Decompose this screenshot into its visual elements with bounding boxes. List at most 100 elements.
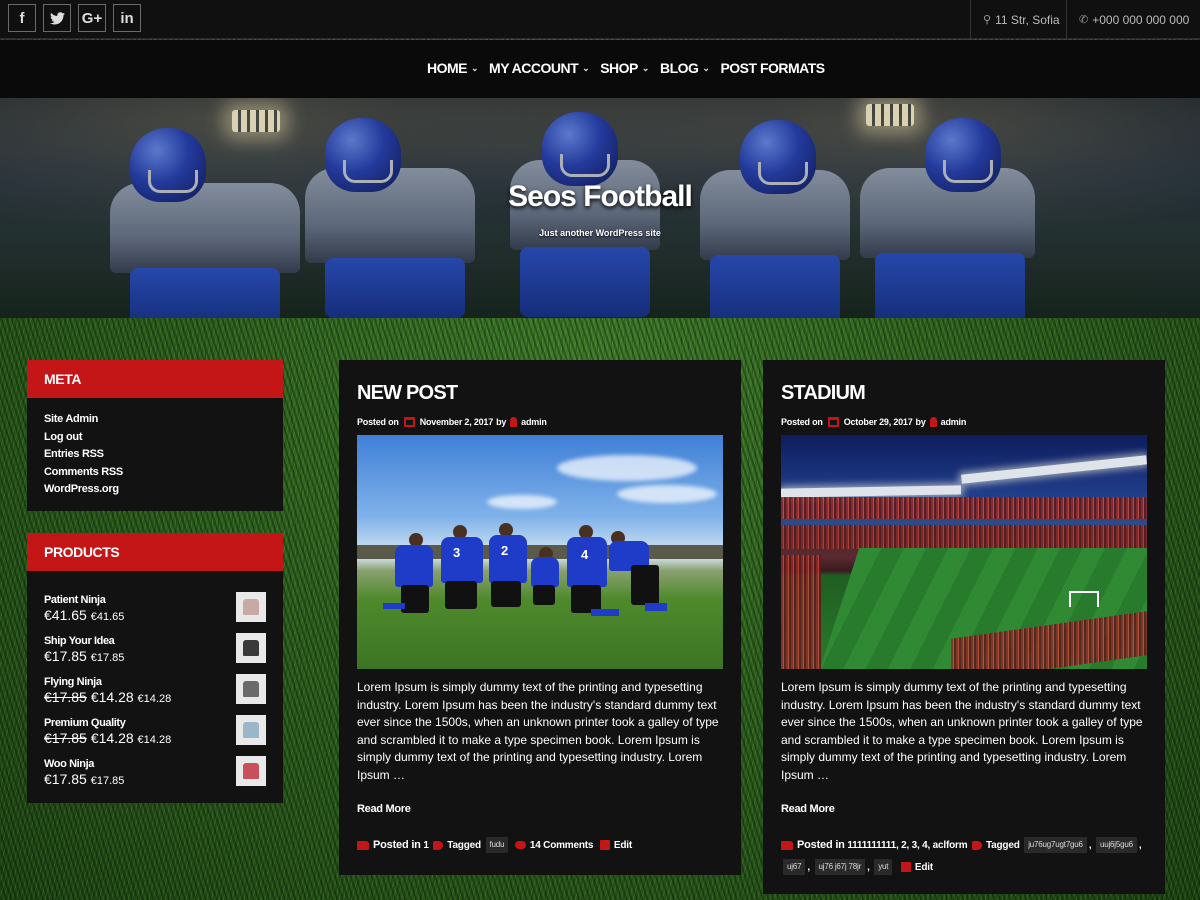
post-title[interactable]: NEW POST xyxy=(357,382,458,405)
site-tagline: Just another WordPress site xyxy=(539,228,661,238)
price-current: €14.28 xyxy=(90,689,134,705)
phone-text: +000 000 000 000 xyxy=(1092,12,1190,27)
meta-link-site-admin[interactable]: Site Admin xyxy=(44,411,266,429)
nav-post-formats[interactable]: POST FORMATS xyxy=(720,60,825,76)
product-list: Patient Ninja €41.65 €41.65 Ship Your Id… xyxy=(27,571,283,793)
tshirt-icon xyxy=(243,763,259,779)
price-old: €17.85 xyxy=(44,689,87,705)
product-thumbnail[interactable] xyxy=(236,592,266,622)
tag-chip[interactable]: uj67 xyxy=(783,859,806,876)
price-small: €14.28 xyxy=(137,693,172,705)
price-current: €17.85 xyxy=(44,648,87,664)
posted-on-label: Posted on xyxy=(781,417,823,427)
price-current: €41.65 xyxy=(44,607,87,623)
top-bar: f G+ in ⚲ 11 Str, Sofia ✆ +000 000 000 0… xyxy=(0,0,1200,39)
product-item[interactable]: Patient Ninja €41.65 €41.65 xyxy=(27,588,283,629)
tagged-label: Tagged xyxy=(447,840,481,851)
price-old: €17.85 xyxy=(44,730,87,746)
product-thumbnail[interactable] xyxy=(236,674,266,704)
phone-item: ✆ +000 000 000 000 xyxy=(1066,0,1200,39)
chevron-down-icon: ⌄ xyxy=(471,62,479,73)
nav-blog[interactable]: BLOG ⌄ xyxy=(660,60,710,76)
user-icon xyxy=(929,417,937,427)
post-image-team-huddle[interactable]: 3 2 4 xyxy=(357,435,723,669)
facebook-icon[interactable]: f xyxy=(8,4,36,32)
hero-banner: Seos Football Just another WordPress sit… xyxy=(0,98,1200,318)
calendar-icon xyxy=(827,417,839,427)
post-meta: Posted on November 2, 2017 by admin xyxy=(357,417,547,427)
linkedin-icon[interactable]: in xyxy=(113,4,141,32)
product-thumbnail[interactable] xyxy=(236,756,266,786)
read-more-link[interactable]: Read More xyxy=(781,803,835,815)
phone-icon: ✆ xyxy=(1079,14,1089,26)
meta-link-wordpress-org[interactable]: WordPress.org xyxy=(44,481,266,499)
by-label: by xyxy=(915,417,926,427)
price-small: €14.28 xyxy=(137,734,172,746)
tshirt-icon xyxy=(243,640,259,656)
post-footer: Posted in 1111111111, 2, 3, 4, aclform T… xyxy=(781,834,1151,879)
product-item[interactable]: Flying Ninja €17.85 €14.28 €14.28 xyxy=(27,670,283,711)
product-item[interactable]: Woo Ninja €17.85 €17.85 xyxy=(27,752,283,793)
tagged-label: Tagged xyxy=(986,840,1020,851)
product-item[interactable]: Ship Your Idea €17.85 €17.85 xyxy=(27,629,283,670)
posted-on-label: Posted on xyxy=(357,417,399,427)
post-card: NEW POST Posted on November 2, 2017 by a… xyxy=(339,360,741,875)
meta-link-entries-rss[interactable]: Entries RSS xyxy=(44,446,266,464)
product-thumbnail[interactable] xyxy=(236,633,266,663)
site-title[interactable]: Seos Football xyxy=(0,180,1200,214)
edit-link[interactable]: Edit xyxy=(915,862,933,873)
tag-icon xyxy=(433,840,444,850)
comments-link[interactable]: 14 Comments xyxy=(530,840,594,851)
meta-links: Site Admin Log out Entries RSS Comments … xyxy=(27,398,283,499)
price-small: €17.85 xyxy=(90,652,125,664)
read-more-link[interactable]: Read More xyxy=(357,803,411,815)
tag-chip[interactable]: ju76ug7ugt7gu6 xyxy=(1024,837,1087,854)
product-thumbnail[interactable] xyxy=(236,715,266,745)
post-date[interactable]: November 2, 2017 xyxy=(420,417,494,427)
tag-chip[interactable]: fudu xyxy=(485,837,509,854)
edit-icon xyxy=(900,862,911,873)
tag-chip[interactable]: uuj6j5gu6 xyxy=(1095,837,1137,854)
price-small: €41.65 xyxy=(90,611,125,623)
post-categories[interactable]: 1111111111, 2, 3, 4, aclform xyxy=(847,840,967,851)
tag-chip[interactable]: yut xyxy=(874,859,893,876)
post-author[interactable]: admin xyxy=(941,417,967,427)
price-current: €14.28 xyxy=(90,730,134,746)
address-item: ⚲ 11 Str, Sofia xyxy=(970,0,1066,39)
folder-icon xyxy=(357,840,369,850)
google-plus-icon[interactable]: G+ xyxy=(78,4,106,32)
product-item[interactable]: Premium Quality €17.85 €14.28 €14.28 xyxy=(27,711,283,752)
price-current: €17.85 xyxy=(44,771,87,787)
tag-chip[interactable]: uj76 j67j 78jr xyxy=(814,859,866,876)
post-footer: Posted in 1 Tagged fudu 14 Comments Edit xyxy=(357,834,727,857)
social-links: f G+ in xyxy=(8,4,141,32)
meta-widget-title: META xyxy=(27,360,283,398)
post-author[interactable]: admin xyxy=(521,417,547,427)
nav-blog-label: BLOG xyxy=(659,60,699,76)
nav-my-account[interactable]: MY ACCOUNT ⌄ xyxy=(489,60,590,76)
nav-home-label: HOME xyxy=(427,60,468,76)
post-title[interactable]: STADIUM xyxy=(781,382,866,405)
nav-shop[interactable]: SHOP ⌄ xyxy=(600,60,649,76)
comment-icon xyxy=(514,841,526,850)
meta-link-log-out[interactable]: Log out xyxy=(44,429,266,447)
post-date[interactable]: October 29, 2017 xyxy=(844,417,913,427)
user-icon xyxy=(510,417,518,427)
post-image-stadium[interactable] xyxy=(781,435,1147,669)
edit-icon xyxy=(599,840,610,851)
twitter-icon[interactable] xyxy=(43,4,71,32)
meta-widget: META Site Admin Log out Entries RSS Comm… xyxy=(27,360,283,511)
tshirt-icon xyxy=(243,681,259,697)
edit-link[interactable]: Edit xyxy=(614,840,632,851)
post-categories[interactable]: 1 xyxy=(423,840,429,851)
chevron-down-icon: ⌄ xyxy=(702,62,710,73)
tshirt-icon xyxy=(243,722,259,738)
main-navbar: HOME ⌄ MY ACCOUNT ⌄ SHOP ⌄ BLOG ⌄ POST FORMA… xyxy=(0,40,1200,98)
map-pin-icon: ⚲ xyxy=(983,14,992,26)
posted-in-label: Posted in xyxy=(373,839,421,851)
post-excerpt: Lorem Ipsum is simply dummy text of the … xyxy=(357,680,719,782)
nav-home[interactable]: HOME ⌄ xyxy=(427,60,479,76)
meta-link-comments-rss[interactable]: Comments RSS xyxy=(44,464,266,482)
post-card: STADIUM Posted on October 29, 2017 by ad… xyxy=(763,360,1165,894)
products-widget-title: PRODUCTS xyxy=(27,533,283,571)
